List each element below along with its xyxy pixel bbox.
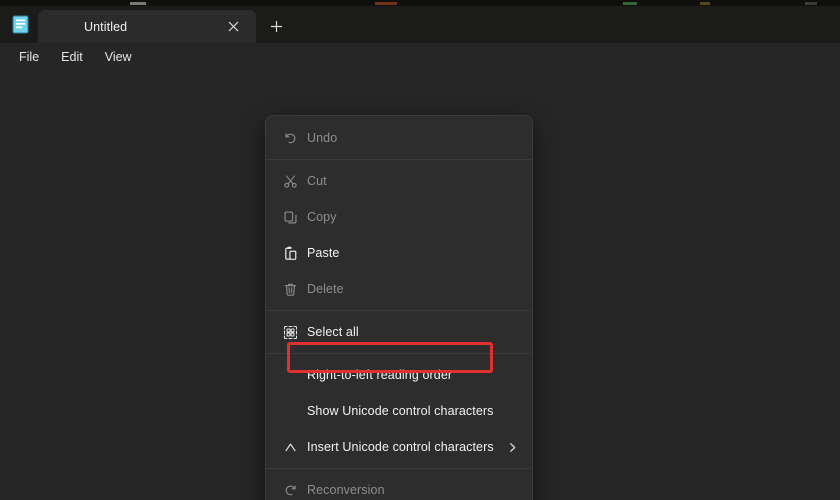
chevron-right-icon	[507, 442, 518, 453]
tab-untitled[interactable]: Untitled	[38, 10, 256, 43]
no-icon-placeholder	[276, 366, 304, 384]
menu-item-label: Copy	[307, 210, 337, 224]
menubar-item-edit[interactable]: Edit	[50, 47, 94, 67]
menu-separator	[266, 353, 532, 354]
context-menu: Undo Cut Copy Paste Delete Select all Ri…	[265, 115, 533, 500]
tab-title: Untitled	[84, 19, 128, 34]
menu-item-label: Undo	[307, 131, 338, 145]
menu-item-paste[interactable]: Paste	[266, 235, 532, 271]
tab-strip: Untitled	[0, 6, 840, 43]
reconversion-icon	[276, 481, 304, 499]
notepad-window-screenshot: Untitled File Edit View Undo Cut Copy Pa…	[0, 0, 840, 500]
menu-item-right-to-left-reading-order[interactable]: Right-to-left reading order	[266, 357, 532, 393]
select-all-icon	[276, 323, 304, 341]
menu-item-label: Reconversion	[307, 483, 385, 497]
notepad-icon	[10, 14, 30, 34]
menu-item-undo[interactable]: Undo	[266, 120, 532, 156]
no-icon-placeholder	[276, 402, 304, 420]
menu-item-cut[interactable]: Cut	[266, 163, 532, 199]
menu-item-label: Select all	[307, 325, 359, 339]
menu-item-reconversion[interactable]: Reconversion	[266, 472, 532, 500]
new-tab-button[interactable]	[264, 15, 288, 37]
menu-item-label: Paste	[307, 246, 340, 260]
menubar-item-file[interactable]: File	[8, 47, 50, 67]
menu-separator	[266, 468, 532, 469]
menu-item-label: Delete	[307, 282, 344, 296]
menu-item-label: Right-to-left reading order	[307, 368, 453, 382]
paste-icon	[276, 244, 304, 262]
undo-icon	[276, 129, 304, 147]
menubar-item-view[interactable]: View	[94, 47, 143, 67]
menu-item-copy[interactable]: Copy	[266, 199, 532, 235]
menu-separator	[266, 159, 532, 160]
copy-icon	[276, 208, 304, 226]
menu-separator	[266, 310, 532, 311]
menu-item-label: Show Unicode control characters	[307, 404, 494, 418]
menu-item-delete[interactable]: Delete	[266, 271, 532, 307]
menu-item-select-all[interactable]: Select all	[266, 314, 532, 350]
close-icon[interactable]	[224, 18, 242, 36]
menu-item-label: Insert Unicode control characters	[307, 440, 494, 454]
menu-bar: File Edit View	[0, 43, 840, 70]
menu-item-label: Cut	[307, 174, 327, 188]
trash-icon	[276, 280, 304, 298]
menu-item-show-unicode-control-characters[interactable]: Show Unicode control characters	[266, 393, 532, 429]
caret-up-icon	[276, 438, 304, 456]
scissors-icon	[276, 172, 304, 190]
menu-item-insert-unicode-control-characters[interactable]: Insert Unicode control characters	[266, 429, 532, 465]
